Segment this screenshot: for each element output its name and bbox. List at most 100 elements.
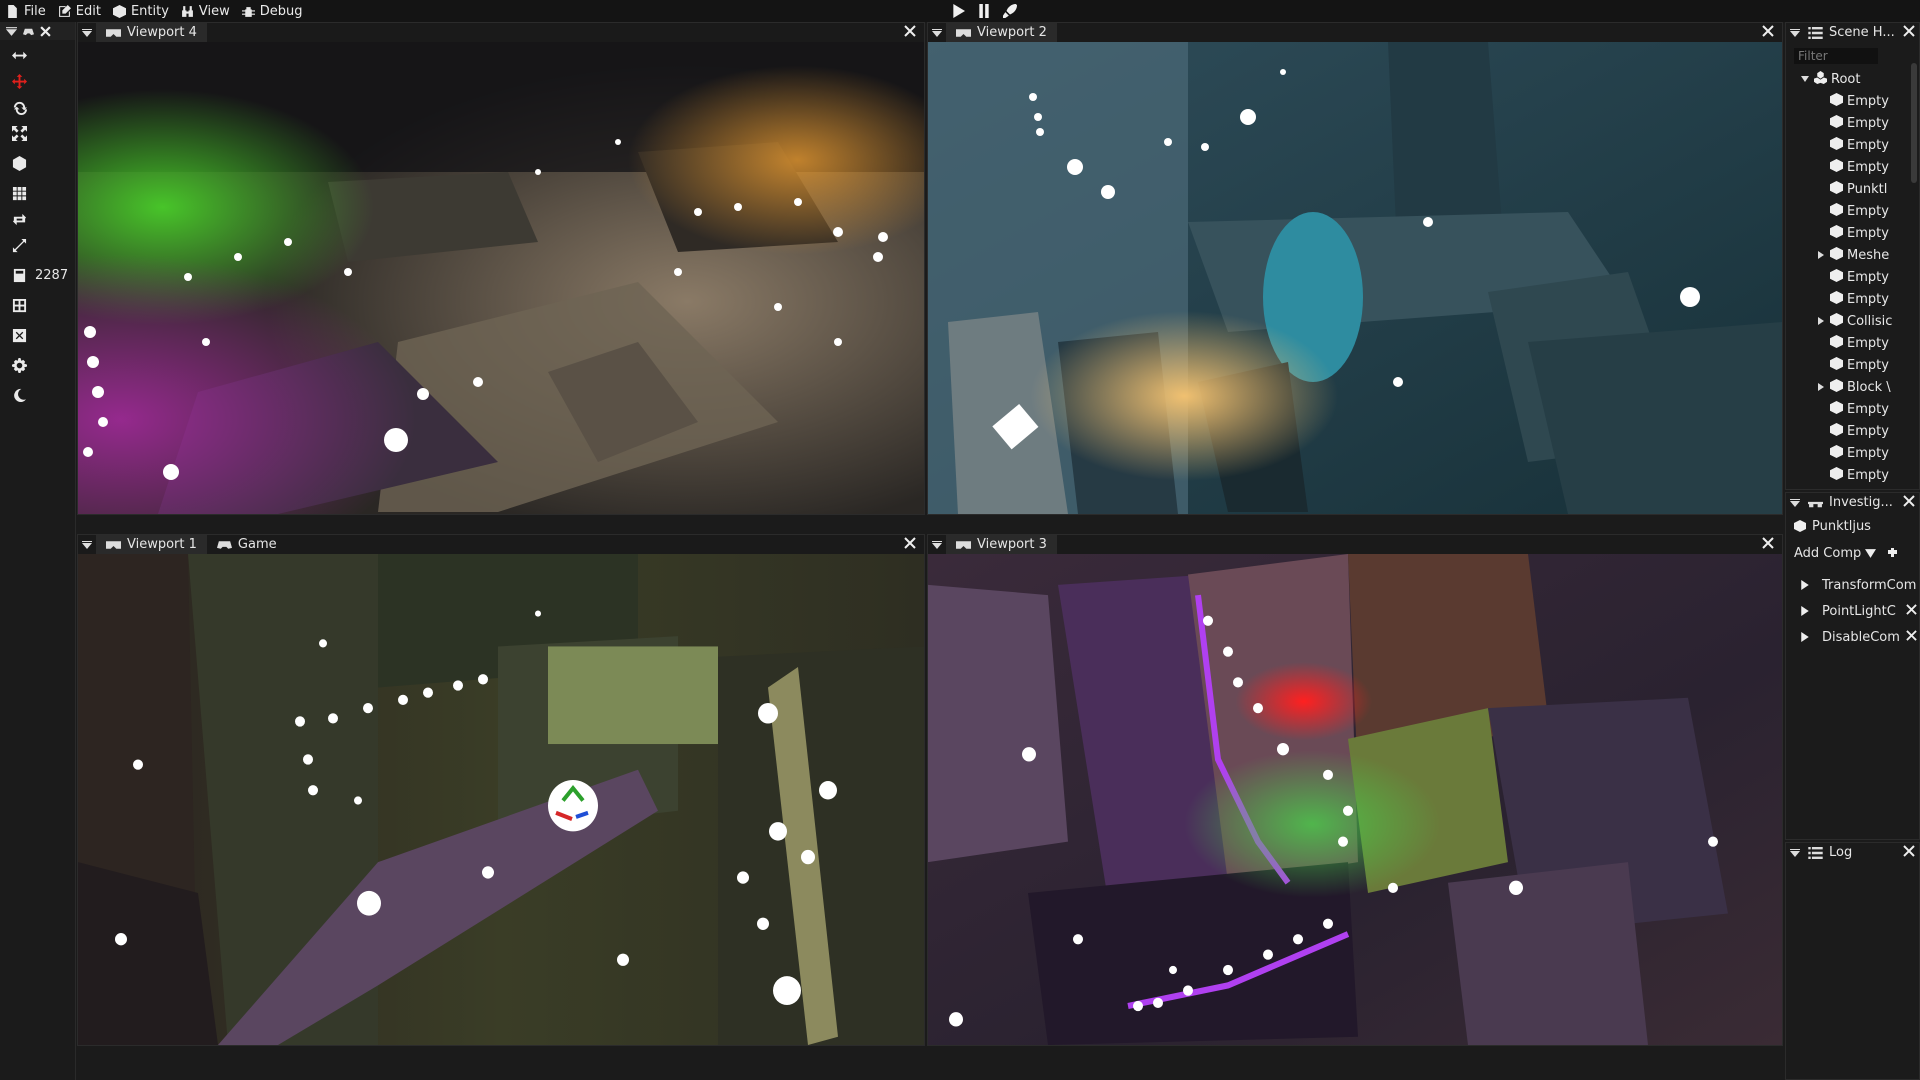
tab-log[interactable]: Log xyxy=(1804,843,1856,862)
viewport-1-scene xyxy=(78,554,924,1045)
panel-menu-icon[interactable] xyxy=(1786,498,1804,508)
box-tool[interactable] xyxy=(0,324,75,346)
panel-menu-icon[interactable] xyxy=(1786,28,1804,38)
grid-tool[interactable] xyxy=(0,182,75,204)
component-header[interactable]: DisableCom xyxy=(1786,624,1919,650)
launch-button[interactable] xyxy=(1002,3,1018,19)
tree-item[interactable]: Empty xyxy=(1786,90,1919,112)
swap-tool[interactable] xyxy=(0,208,75,230)
tab-viewport-1[interactable]: Viewport 1 xyxy=(96,535,207,554)
close-scene-hierarchy-button[interactable] xyxy=(1903,25,1917,39)
scale-tool[interactable] xyxy=(0,122,75,144)
menu-file-label: File xyxy=(24,3,46,19)
remove-component-button[interactable] xyxy=(1906,604,1917,619)
tree-item[interactable]: Empty xyxy=(1786,442,1919,464)
tab-scene-hierarchy[interactable]: Scene H... xyxy=(1804,23,1899,42)
viewport-2-canvas[interactable] xyxy=(928,42,1782,514)
swap-icon xyxy=(12,213,27,225)
moon-icon xyxy=(14,388,27,402)
resize-tool[interactable] xyxy=(0,234,75,256)
tree-item[interactable]: Empty xyxy=(1786,266,1919,288)
move-cross-icon xyxy=(12,73,27,89)
panel-menu-icon[interactable] xyxy=(6,26,17,37)
hierarchy-filter-input[interactable]: Filter xyxy=(1794,48,1878,64)
tab-viewport-4[interactable]: Viewport 4 xyxy=(96,23,207,42)
tree-item[interactable]: Empty xyxy=(1786,398,1919,420)
settings-tool[interactable] xyxy=(0,354,75,376)
tree-item[interactable]: Empty xyxy=(1786,288,1919,310)
chevron-down-icon[interactable] xyxy=(1865,548,1877,559)
play-button[interactable] xyxy=(950,3,966,19)
rocket-icon xyxy=(1003,4,1017,18)
diagonal-arrows-icon xyxy=(12,238,27,252)
component-header[interactable]: TransformCom xyxy=(1786,572,1919,598)
close-icon[interactable] xyxy=(40,25,51,37)
tree-item[interactable]: Empty xyxy=(1786,222,1919,244)
close-icon xyxy=(1906,604,1917,615)
tree-item[interactable]: Empty xyxy=(1786,134,1919,156)
expand-triangle-icon[interactable] xyxy=(1816,317,1826,325)
close-inspector-button[interactable] xyxy=(1903,495,1917,509)
tree-item[interactable]: Block \ xyxy=(1786,376,1919,398)
move-tool[interactable] xyxy=(0,70,75,92)
menu-debug[interactable]: Debug xyxy=(236,0,309,22)
viewport-3-canvas[interactable] xyxy=(928,554,1782,1045)
expand-triangle-icon[interactable] xyxy=(1800,580,1810,590)
close-viewport-2-button[interactable] xyxy=(1762,25,1776,39)
panel-menu-icon[interactable] xyxy=(928,28,946,38)
wireframe-grid-tool[interactable] xyxy=(0,294,75,316)
expand-triangle-icon[interactable] xyxy=(1816,383,1826,391)
night-mode-tool[interactable] xyxy=(0,384,75,406)
glasses-icon xyxy=(1808,501,1823,507)
hierarchy-scrollbar[interactable] xyxy=(1911,63,1917,183)
add-component-dropdown[interactable]: Add Comp xyxy=(1794,546,1861,561)
tree-item-label: Collisic xyxy=(1847,313,1893,329)
rotate-icon xyxy=(13,101,27,115)
close-log-button[interactable] xyxy=(1903,845,1917,859)
panel-menu-icon[interactable] xyxy=(78,28,96,38)
tab-inspector[interactable]: Investig... xyxy=(1804,493,1897,512)
object-tool[interactable] xyxy=(0,152,75,174)
panel-menu-icon[interactable] xyxy=(78,540,96,550)
translate-tool[interactable] xyxy=(0,44,75,66)
tree-item[interactable]: Punktl xyxy=(1786,178,1919,200)
puzzle-plus-icon[interactable] xyxy=(1886,546,1900,560)
tree-item[interactable]: Empty xyxy=(1786,354,1919,376)
close-viewport-3-button[interactable] xyxy=(1762,537,1776,551)
tab-viewport-3[interactable]: Viewport 3 xyxy=(946,535,1057,554)
tree-item[interactable]: Meshe xyxy=(1786,244,1919,266)
pause-button[interactable] xyxy=(976,3,992,19)
panel-menu-icon[interactable] xyxy=(928,540,946,550)
tree-item[interactable]: Empty xyxy=(1786,332,1919,354)
tab-viewport-2[interactable]: Viewport 2 xyxy=(946,23,1057,42)
menu-entity[interactable]: Entity xyxy=(107,0,175,22)
cube-icon xyxy=(1830,378,1847,396)
viewport-3-panel: Viewport 3 xyxy=(927,534,1783,1046)
tree-item-root[interactable]: Root xyxy=(1786,68,1919,90)
component-header[interactable]: PointLightC xyxy=(1786,598,1919,624)
close-viewport-1-button[interactable] xyxy=(904,537,918,551)
expand-triangle-icon[interactable] xyxy=(1800,75,1810,83)
tree-item[interactable]: Empty xyxy=(1786,112,1919,134)
tree-item[interactable]: Empty xyxy=(1786,200,1919,222)
tab-game[interactable]: Game xyxy=(207,535,287,554)
tree-item[interactable]: Empty xyxy=(1786,464,1919,486)
menu-edit[interactable]: Edit xyxy=(52,0,107,22)
expand-triangle-icon[interactable] xyxy=(1800,632,1810,642)
cube-icon xyxy=(112,4,126,18)
remove-component-button[interactable] xyxy=(1906,630,1917,645)
inspector-title: Investig... xyxy=(1829,495,1893,510)
viewport-4-canvas[interactable] xyxy=(78,42,924,514)
tree-item[interactable]: Empty xyxy=(1786,156,1919,178)
menu-view[interactable]: View xyxy=(175,0,236,22)
menu-file[interactable]: File xyxy=(0,0,52,22)
viewport-1-canvas[interactable] xyxy=(78,554,924,1045)
expand-triangle-icon[interactable] xyxy=(1800,606,1810,616)
close-icon xyxy=(1903,25,1915,37)
panel-menu-icon[interactable] xyxy=(1786,848,1804,858)
tree-item[interactable]: Collisic xyxy=(1786,310,1919,332)
rotate-tool[interactable] xyxy=(0,96,75,118)
close-viewport-4-button[interactable] xyxy=(904,25,918,39)
tree-item[interactable]: Empty xyxy=(1786,420,1919,442)
expand-triangle-icon[interactable] xyxy=(1816,251,1826,259)
